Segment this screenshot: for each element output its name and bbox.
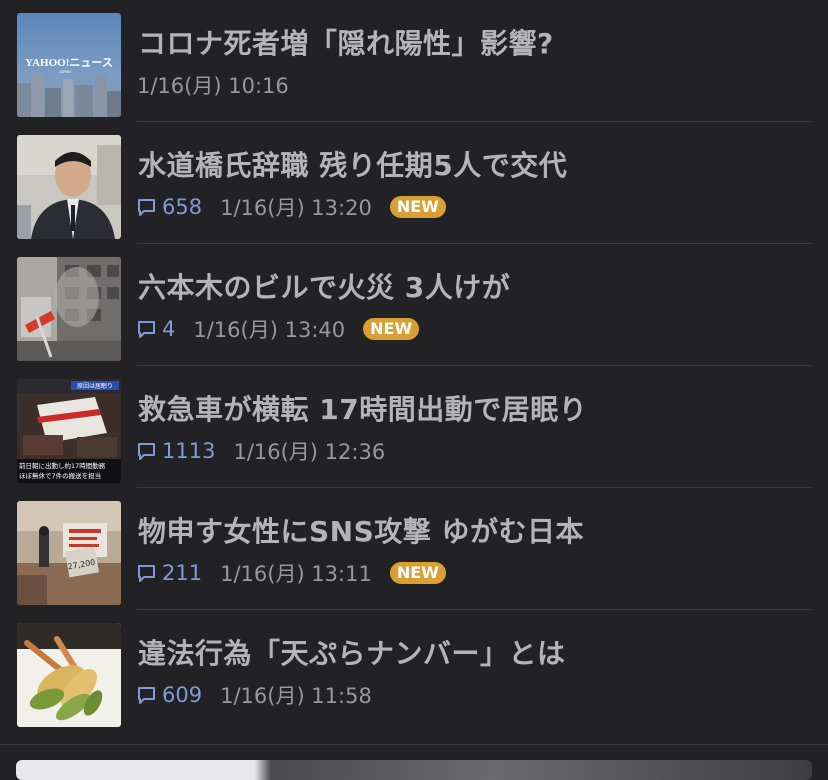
new-badge: NEW bbox=[389, 562, 446, 584]
news-timestamp: 1/16(月) 13:40 bbox=[193, 318, 346, 342]
comment-bubble-icon bbox=[138, 442, 155, 460]
news-meta: 658 1/16(月) 13:20 NEW bbox=[137, 194, 446, 220]
thumb-caption-line2: ほぼ無休で7件の搬送を担当 bbox=[19, 471, 101, 480]
news-timestamp: 1/16(月) 11:58 bbox=[220, 684, 372, 708]
comment-count-value: 658 bbox=[162, 195, 203, 219]
next-content-card[interactable] bbox=[16, 760, 812, 780]
news-thumbnail-fire bbox=[17, 257, 121, 361]
news-timestamp: 1/16(月) 12:36 bbox=[233, 440, 386, 464]
news-meta: 609 1/16(月) 11:58 bbox=[137, 682, 372, 708]
news-thumbnail-tempura bbox=[17, 623, 121, 727]
news-item[interactable]: 27,200 物申す女性にSNS攻撃 ゆがむ日本 211 1/16(月) 13:… bbox=[0, 488, 828, 610]
news-title[interactable]: コロナ死者増「隠れ陽性」影響? bbox=[138, 22, 554, 62]
news-title[interactable]: 救急車が横転 17時間出動で居眠り bbox=[138, 388, 587, 428]
news-feed: YAHOO!ニュース JAPAN コロナ死者増「隠れ陽性」影響? 1/16(月)… bbox=[0, 0, 828, 732]
comment-bubble-icon bbox=[138, 564, 155, 582]
new-badge: NEW bbox=[363, 318, 420, 340]
news-meta: 4 1/16(月) 13:40 NEW bbox=[137, 316, 420, 342]
news-title[interactable]: 六本木のビルで火災 3人けが bbox=[138, 266, 510, 306]
news-timestamp: 1/16(月) 10:16 bbox=[137, 74, 289, 98]
comment-count[interactable]: 1113 bbox=[137, 439, 215, 463]
news-thumbnail-press-event: 27,200 bbox=[17, 501, 121, 605]
news-item[interactable]: 違法行為「天ぷらナンバー」とは 609 1/16(月) 11:58 bbox=[0, 610, 828, 732]
comment-bubble-icon bbox=[138, 198, 155, 216]
news-item[interactable]: 六本木のビルで火災 3人けが 4 1/16(月) 13:40 NEW bbox=[0, 244, 828, 366]
yahoo-logo-subtext: JAPAN bbox=[59, 69, 72, 74]
thumb-caption-top: 原因は居眠り bbox=[77, 383, 113, 390]
news-timestamp: 1/16(月) 13:20 bbox=[220, 196, 372, 220]
news-meta: 1/16(月) 10:16 bbox=[137, 72, 289, 98]
news-thumbnail-ambulance: 原因は居眠り 前日朝に出動し約17時間勤務 ほぼ無休で7件の搬送を担当 bbox=[17, 379, 121, 483]
news-meta: 1113 1/16(月) 12:36 bbox=[137, 438, 385, 464]
comment-count[interactable]: 211 bbox=[137, 561, 202, 585]
comment-count-value: 609 bbox=[162, 683, 203, 707]
yahoo-logo-text: YAHOO!ニュース bbox=[25, 57, 113, 69]
comment-count-value: 1113 bbox=[162, 439, 216, 463]
news-title[interactable]: 違法行為「天ぷらナンバー」とは bbox=[138, 632, 566, 672]
news-item[interactable]: 水道橋氏辞職 残り任期5人で交代 658 1/16(月) 13:20 NEW bbox=[0, 122, 828, 244]
news-title[interactable]: 水道橋氏辞職 残り任期5人で交代 bbox=[138, 144, 567, 184]
comment-count[interactable]: 658 bbox=[137, 195, 202, 219]
news-timestamp: 1/16(月) 13:11 bbox=[220, 562, 372, 586]
news-meta: 211 1/16(月) 13:11 NEW bbox=[137, 560, 446, 586]
comment-count[interactable]: 609 bbox=[137, 683, 202, 707]
comment-count-value: 4 bbox=[162, 317, 176, 341]
news-title[interactable]: 物申す女性にSNS攻撃 ゆがむ日本 bbox=[138, 510, 584, 550]
new-badge: NEW bbox=[389, 196, 446, 218]
thumb-caption-line1: 前日朝に出動し約17時間勤務 bbox=[19, 461, 106, 470]
news-thumbnail-yahoo: YAHOO!ニュース JAPAN bbox=[17, 13, 121, 117]
comment-bubble-icon bbox=[138, 686, 155, 704]
comment-count[interactable]: 4 bbox=[137, 317, 175, 341]
news-thumbnail-press-conference bbox=[17, 135, 121, 239]
comment-count-value: 211 bbox=[162, 561, 203, 585]
news-item[interactable]: YAHOO!ニュース JAPAN コロナ死者増「隠れ陽性」影響? 1/16(月)… bbox=[0, 0, 828, 122]
comment-bubble-icon bbox=[138, 320, 155, 338]
section-divider bbox=[0, 744, 828, 745]
news-item[interactable]: 原因は居眠り 前日朝に出動し約17時間勤務 ほぼ無休で7件の搬送を担当 救急車が… bbox=[0, 366, 828, 488]
